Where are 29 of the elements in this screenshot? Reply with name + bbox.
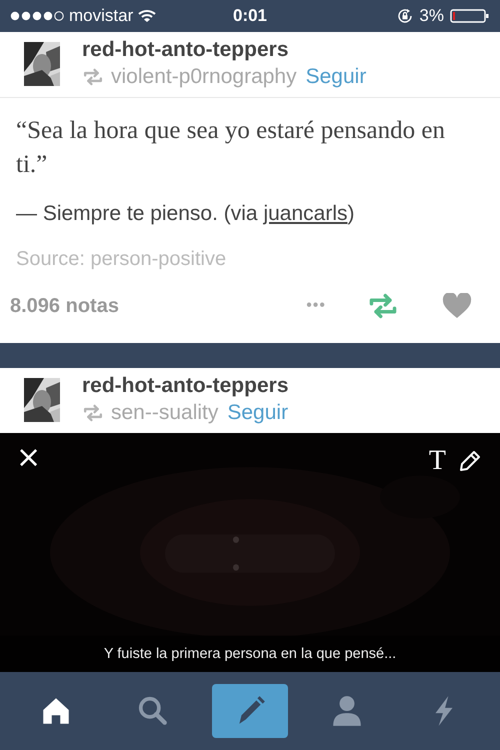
snap-caption: Y fuiste la primera persona en la que pensé... bbox=[104, 646, 396, 662]
heart-icon bbox=[442, 293, 472, 319]
close-button[interactable]: × bbox=[12, 443, 46, 473]
compose-tab[interactable] bbox=[212, 684, 288, 738]
text-tool-button[interactable]: T bbox=[428, 447, 446, 475]
wifi-icon bbox=[138, 9, 156, 23]
quote-attribution: — Siempre te pienso. (via juancarls) bbox=[16, 202, 356, 226]
follow-link[interactable]: Seguir bbox=[306, 65, 366, 89]
source-blog-name[interactable]: violent-p0rnography bbox=[111, 65, 297, 89]
source-blog-name[interactable]: sen--suality bbox=[111, 401, 218, 425]
battery-percent: 3% bbox=[419, 6, 444, 26]
draw-tool-button[interactable] bbox=[458, 449, 482, 473]
reblog-icon bbox=[82, 402, 104, 424]
notes-count[interactable]: 8.096 notas bbox=[10, 294, 306, 318]
signal-icon bbox=[10, 11, 64, 21]
quote-text: “Sea la hora que sea yo estaré pensando en ti.” bbox=[16, 116, 446, 180]
via-link[interactable]: juancarls bbox=[263, 202, 348, 225]
follow-link[interactable]: Seguir bbox=[227, 401, 288, 425]
blog-name[interactable]: red-hot-anto-teppers bbox=[82, 38, 366, 62]
carrier-name: movistar bbox=[69, 6, 134, 26]
reblog-icon bbox=[82, 66, 104, 88]
more-menu[interactable]: ••• bbox=[306, 297, 326, 315]
clock-time: 0:01 bbox=[232, 6, 268, 26]
blog-name[interactable]: red-hot-anto-teppers bbox=[82, 374, 288, 398]
source-text: Source: person-positive bbox=[16, 248, 228, 271]
like-button[interactable] bbox=[442, 293, 472, 319]
battery-icon bbox=[450, 8, 490, 24]
pencil-icon bbox=[458, 449, 482, 473]
rotation-lock-icon bbox=[397, 8, 414, 24]
